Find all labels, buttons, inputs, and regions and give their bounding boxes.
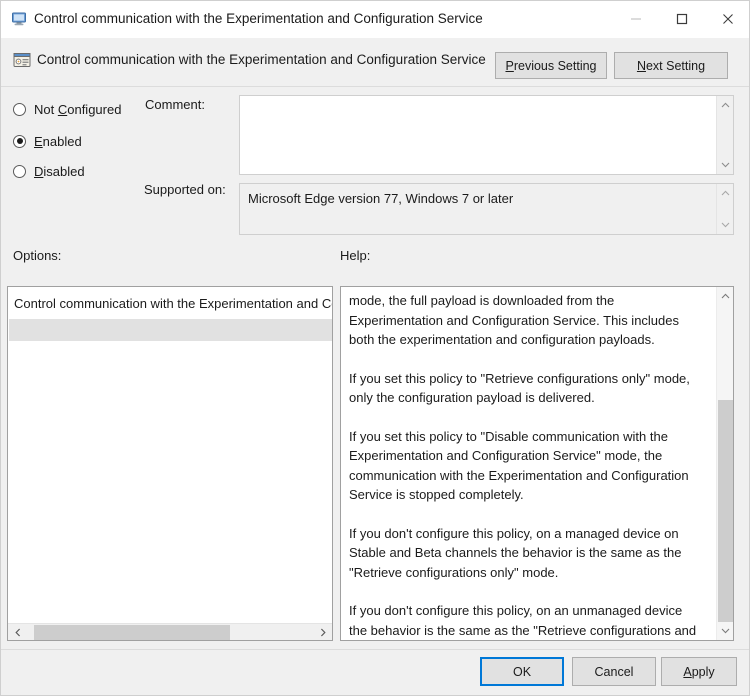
options-scroll-thumb[interactable] [34,625,230,640]
radio-disabled-label: Disabled [34,163,85,179]
supported-on-field: Microsoft Edge version 77, Windows 7 or … [239,183,734,235]
maximize-icon [676,13,688,25]
next-setting-button[interactable]: Next Setting [614,52,728,79]
options-panel: Control communication with the Experimen… [7,286,333,641]
options-setting-label: Control communication with the Experimen… [14,296,332,311]
radio-not-configured-mark [13,102,26,116]
apply-accesskey: A [683,664,692,679]
help-paragraph: If you set this policy to "Disable commu… [349,428,689,503]
policy-setting-icon [12,50,32,70]
close-icon [723,14,733,24]
help-paragraph: If you set this policy to "Retrieve conf… [349,370,690,406]
options-combo-row[interactable] [9,319,332,341]
help-scrollbar[interactable] [716,287,733,640]
window-title: Control communication with the Experimen… [34,11,483,26]
comment-textarea[interactable] [239,95,734,175]
maximize-button[interactable] [659,1,705,37]
title-bar: Control communication with the Experimen… [1,1,749,38]
radio-enabled-mark [13,134,26,148]
radio-disabled[interactable]: Disabled [13,162,85,180]
policy-title: Control communication with the Experimen… [37,52,486,67]
comment-label: Comment: [145,97,205,112]
help-panel: mode, the full payload is downloaded fro… [340,286,734,641]
policy-header-bar: Control communication with the Experimen… [1,38,749,87]
previous-setting-label: revious Setting [513,58,597,73]
help-text: mode, the full payload is downloaded fro… [349,291,699,640]
previous-setting-button[interactable]: Previous Setting [495,52,607,79]
options-horizontal-scrollbar[interactable] [8,623,332,640]
chevron-down-icon[interactable] [717,623,733,639]
chevron-up-icon[interactable] [717,288,733,304]
minimize-icon [631,18,641,20]
apply-label: pply [691,664,715,679]
chevron-down-icon[interactable] [717,217,733,233]
chevron-up-icon[interactable] [717,97,733,113]
radio-not-configured[interactable]: Not Configured [13,100,121,118]
footer-divider [1,649,749,650]
close-button[interactable] [705,1,749,37]
options-section-label: Options: [13,248,62,263]
supported-on-scrollbar[interactable] [716,184,733,234]
supported-on-label: Supported on: [144,182,226,197]
cancel-button[interactable]: Cancel [572,657,656,686]
radio-enabled-label: Enabled [34,133,82,149]
chevron-right-icon[interactable] [314,624,331,640]
radio-not-configured-label: Not Configured [34,101,122,117]
radio-enabled[interactable]: Enabled [13,132,82,150]
ok-button[interactable]: OK [480,657,564,686]
minimize-button[interactable] [613,1,659,37]
comment-scrollbar[interactable] [716,96,733,174]
chevron-down-icon[interactable] [717,157,733,173]
help-paragraph: If you don't configure this policy, on a… [349,525,682,580]
next-setting-label: ext Setting [645,58,706,73]
supported-on-value: Microsoft Edge version 77, Windows 7 or … [248,191,514,206]
help-scroll-thumb[interactable] [718,400,733,622]
policy-setting-dialog: Control communication with the Experimen… [0,0,750,696]
chevron-up-icon[interactable] [717,185,733,201]
computer-monitor-icon [10,10,28,28]
help-paragraph: If you don't configure this policy, on a… [349,603,697,638]
chevron-left-icon[interactable] [9,624,26,640]
next-setting-accesskey: N [636,58,646,73]
previous-setting-accesskey: P [505,58,514,73]
apply-button[interactable]: Apply [661,657,737,686]
radio-disabled-mark [13,164,26,178]
help-paragraph: mode, the full payload is downloaded fro… [349,293,679,347]
help-section-label: Help: [340,248,371,263]
